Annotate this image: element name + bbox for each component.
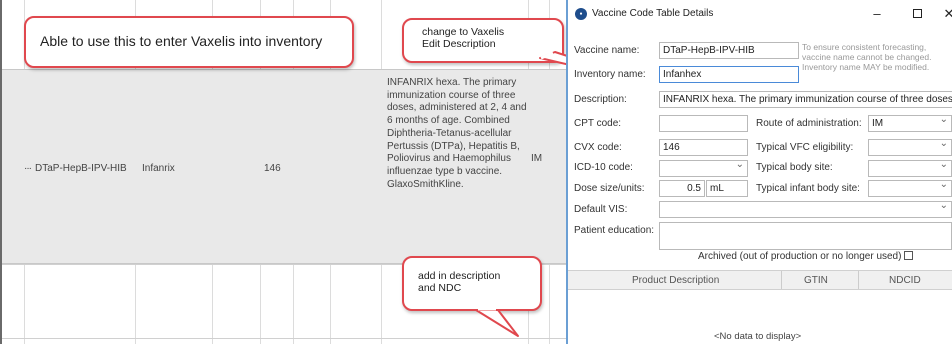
- dialog-titlebar[interactable]: ● Vaccine Code Table Details – ✕: [568, 0, 952, 28]
- label-default-vis: Default VIS:: [574, 204, 628, 215]
- products-grid-header: Product Description GTIN NDCID: [568, 270, 952, 290]
- vfc-eligibility-select[interactable]: [868, 139, 952, 156]
- cell-vaccine-name: DTaP-HepB-IPV-HIB: [35, 163, 127, 174]
- archived-row[interactable]: Archived (out of production or no longer…: [698, 251, 914, 262]
- label-route: Route of administration:: [756, 118, 862, 129]
- vaccine-app-icon: ●: [575, 8, 587, 20]
- route-select[interactable]: IM: [868, 115, 952, 132]
- callout-edit-description: change to Vaxelis Edit Description: [402, 18, 564, 63]
- label-cvx-code: CVX code:: [574, 142, 622, 153]
- col-product-description[interactable]: Product Description: [632, 275, 719, 286]
- maximize-button[interactable]: [908, 5, 926, 23]
- label-dose-size: Dose size/units:: [574, 183, 645, 194]
- cell-description: INFANRIX hexa. The primary immunization …: [387, 77, 527, 190]
- vaccine-name-field[interactable]: DTaP-HepB-IPV-HIB: [659, 42, 799, 59]
- empty-grid-message: <No data to display>: [714, 331, 802, 342]
- callout-text: change to Vaxelis Edit Description: [422, 26, 505, 50]
- description-field[interactable]: INFANRIX hexa. The primary immunization …: [659, 91, 952, 108]
- cell-cvx-code: 146: [264, 163, 281, 174]
- close-icon: ✕: [943, 6, 952, 21]
- label-icd10-code: ICD-10 code:: [574, 162, 633, 173]
- label-description: Description:: [574, 94, 627, 105]
- dose-size-field[interactable]: 0.5: [659, 180, 705, 197]
- label-body-site: Typical body site:: [756, 162, 833, 173]
- maximize-icon: [912, 9, 922, 18]
- cell-route: IM: [531, 153, 543, 164]
- callout-text: add in description and NDC: [418, 270, 501, 294]
- label-inventory-name: Inventory name:: [574, 69, 646, 80]
- vaccine-code-dialog: ● Vaccine Code Table Details – ✕ Vaccine…: [566, 0, 952, 344]
- label-infant-body-site: Typical infant body site:: [756, 183, 860, 194]
- col-gtin[interactable]: GTIN: [804, 275, 828, 286]
- cvx-code-field[interactable]: 146: [659, 139, 748, 156]
- label-cpt-code: CPT code:: [574, 118, 622, 129]
- col-divider: [781, 271, 782, 289]
- callout-inventory-note: Able to use this to enter Vaxelis into i…: [24, 16, 354, 68]
- callout-add-description: add in description and NDC: [402, 256, 542, 311]
- infant-body-site-select[interactable]: [868, 180, 952, 197]
- col-divider: [858, 271, 859, 289]
- row-indicator[interactable]: ···: [24, 163, 32, 174]
- label-vaccine-name: Vaccine name:: [574, 45, 640, 56]
- inventory-name-field[interactable]: Infanhex: [659, 66, 799, 83]
- default-vis-select[interactable]: [659, 201, 952, 218]
- close-button[interactable]: ✕: [940, 5, 952, 23]
- dialog-title: Vaccine Code Table Details: [592, 8, 714, 19]
- patient-education-field[interactable]: [659, 222, 952, 250]
- archived-checkbox[interactable]: [904, 251, 914, 260]
- grid-row-divider: [2, 338, 569, 339]
- dose-units-field[interactable]: mL: [706, 180, 748, 197]
- archived-label: Archived (out of production or no longer…: [698, 251, 902, 262]
- label-vfc-eligibility: Typical VFC eligibility:: [756, 142, 854, 153]
- body-site-select[interactable]: [868, 160, 952, 177]
- callout-text: Able to use this to enter Vaxelis into i…: [40, 33, 323, 49]
- vaccine-name-hint: To ensure consistent forecasting, vaccin…: [802, 42, 932, 72]
- cpt-code-field[interactable]: [659, 115, 748, 132]
- icd10-code-select[interactable]: [659, 160, 748, 177]
- cell-inventory-name: Infanrix: [142, 163, 175, 174]
- label-patient-education: Patient education:: [574, 225, 655, 236]
- minimize-icon: –: [873, 6, 881, 21]
- col-ndcid[interactable]: NDCID: [889, 275, 921, 286]
- minimize-button[interactable]: –: [868, 5, 886, 23]
